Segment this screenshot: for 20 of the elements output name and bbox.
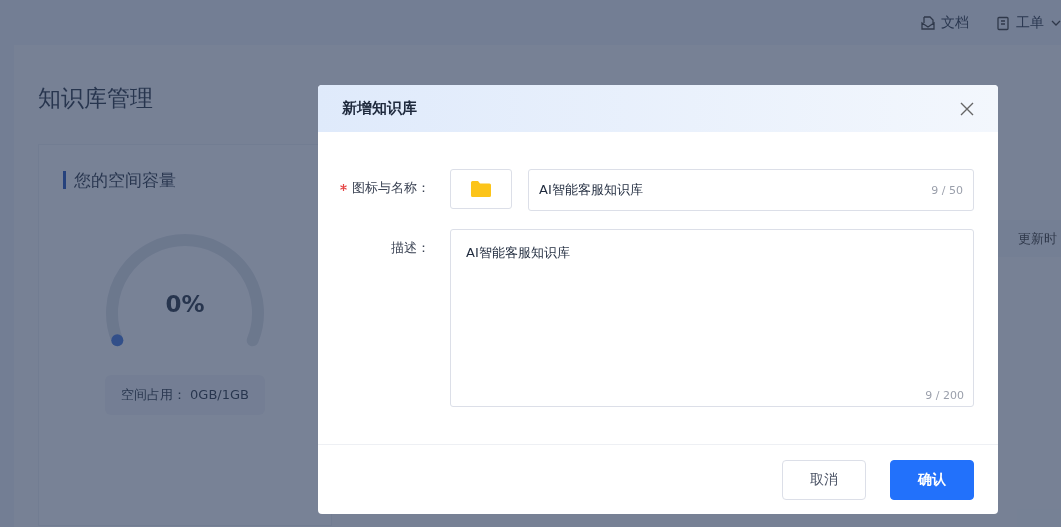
usage-percent: 0% [165,291,205,317]
description-textarea[interactable]: AI智能客服知识库 9 / 200 [450,229,974,407]
usage-label: 空间占用： 0GB/1GB [104,375,265,415]
textarea-value: AI智能客服知识库 [466,244,570,262]
page-title: 知识库管理 [38,85,153,111]
folder-icon [471,181,491,197]
dialog-title: 新增知识库 [342,99,417,118]
cancel-button[interactable]: 取消 [782,459,866,500]
document-icon [920,14,936,31]
name-input[interactable]: AI智能客服知识库 9 / 50 [528,169,974,211]
character-counter: 9 / 200 [925,389,964,402]
confirm-button[interactable]: 确认 [890,459,974,500]
clipboard-icon [995,14,1011,31]
character-counter: 9 / 50 [931,183,963,197]
card-title: 您的空间容量 [63,171,176,189]
field-label: 图标与名称： [352,180,430,195]
field-label: 描述： [391,240,430,255]
column-header: 更新时 [1018,229,1058,248]
close-icon[interactable] [960,101,974,116]
input-value: AI智能客服知识库 [539,181,644,199]
